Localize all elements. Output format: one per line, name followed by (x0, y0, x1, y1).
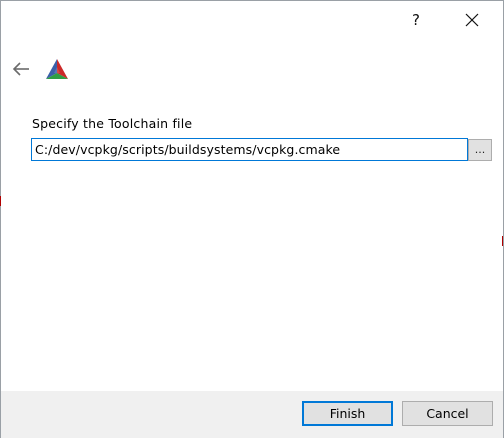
help-icon: ? (412, 11, 420, 29)
title-bar: ? (1, 1, 503, 41)
close-button[interactable] (449, 3, 495, 37)
dialog-footer: Finish Cancel (1, 391, 503, 438)
help-button[interactable]: ? (393, 3, 439, 37)
finish-button[interactable]: Finish (302, 401, 393, 426)
toolchain-dialog: ? Specify the Toolchain file ... Finish … (0, 0, 504, 438)
back-arrow-icon (12, 62, 29, 76)
back-button[interactable] (9, 57, 33, 81)
close-icon (465, 13, 479, 27)
browse-button[interactable]: ... (468, 139, 492, 161)
cancel-button[interactable]: Cancel (402, 401, 493, 426)
toolchain-path-input[interactable] (31, 138, 468, 161)
background-window-edge (502, 236, 503, 246)
cmake-logo-icon (46, 59, 68, 79)
background-window-edge (0, 196, 1, 206)
toolchain-label: Specify the Toolchain file (32, 116, 193, 131)
